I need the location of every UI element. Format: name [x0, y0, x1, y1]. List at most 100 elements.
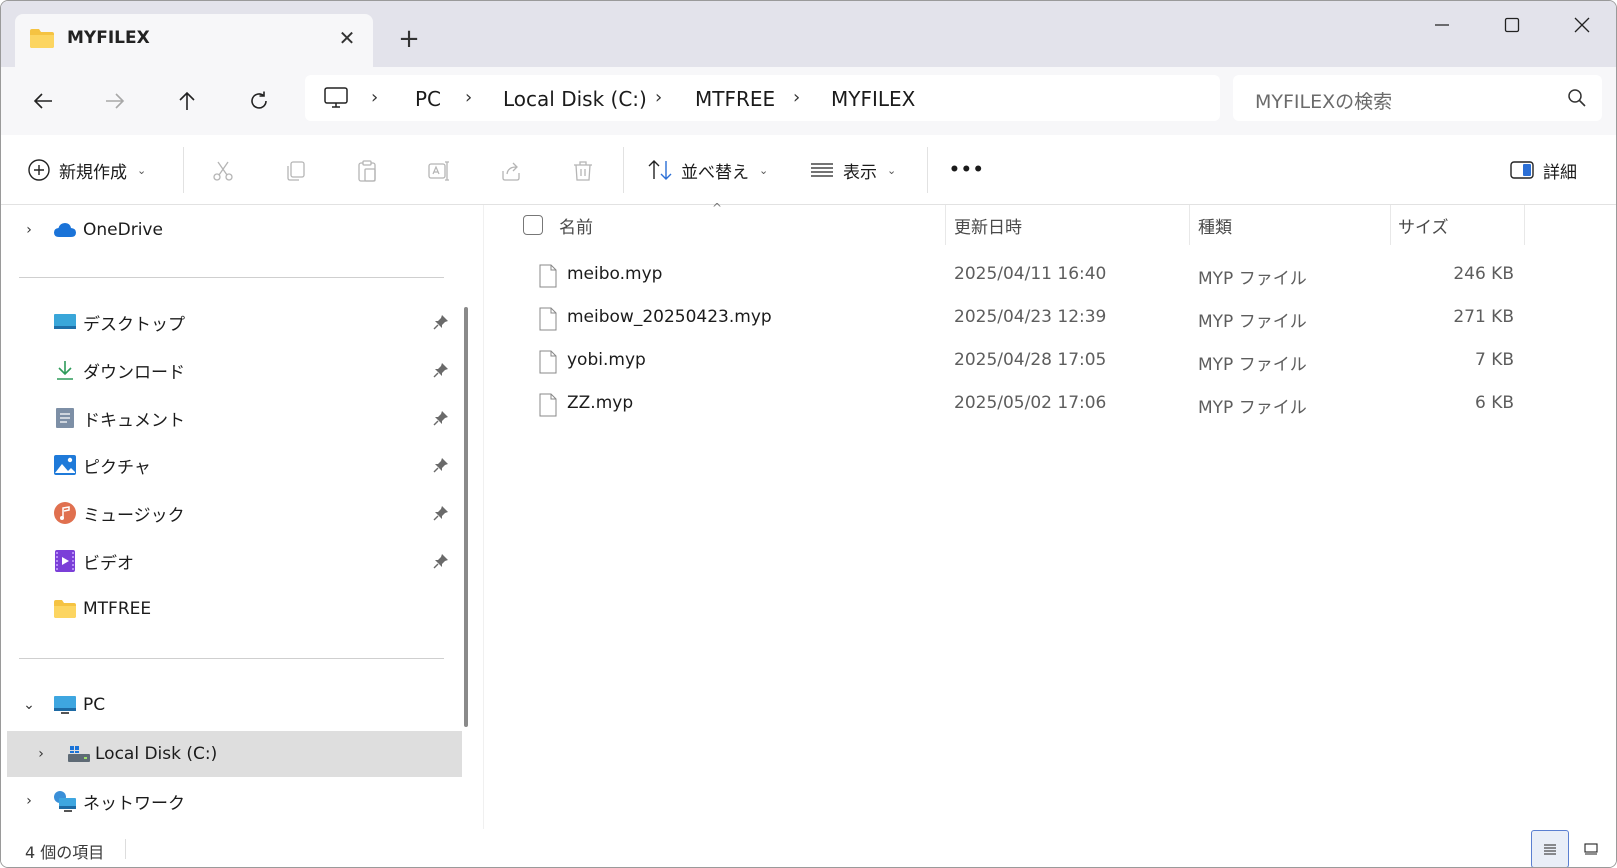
close-icon: [1574, 17, 1590, 33]
navigation-pane: › OneDrive デスクトップ ダウンロード ドキュメント ピクチャ ミュー…: [1, 205, 471, 829]
chevron-down-icon: ⌄: [759, 163, 769, 177]
up-button[interactable]: [167, 81, 207, 121]
breadcrumb-mtfree[interactable]: MTFREE: [695, 87, 775, 111]
breadcrumb-separator[interactable]: ›: [793, 87, 800, 108]
chevron-down-icon: ⌄: [137, 163, 147, 177]
column-header-date[interactable]: 更新日時: [954, 205, 1022, 245]
breadcrumb-pc[interactable]: PC: [415, 87, 441, 111]
view-lines-icon: [811, 163, 833, 177]
table-row[interactable]: ZZ.myp 2025/05/02 17:06 MYP ファイル 6 KB: [484, 383, 1616, 425]
table-row[interactable]: meibow_20250423.myp 2025/04/23 12:39 MYP…: [484, 297, 1616, 339]
column-header-name[interactable]: 名前: [559, 205, 593, 245]
column-divider[interactable]: [1524, 205, 1525, 245]
toolbar-divider: [927, 147, 928, 193]
share-icon: [502, 162, 520, 181]
chevron-right-icon[interactable]: ›: [21, 222, 37, 238]
more-icon: •••: [949, 160, 985, 180]
clipboard-icon: [358, 160, 376, 182]
pin-icon[interactable]: [433, 553, 449, 569]
pin-icon[interactable]: [433, 362, 449, 378]
tab-close-button[interactable]: ✕: [333, 24, 361, 52]
search-input[interactable]: MYFILEXの検索: [1255, 87, 1392, 114]
file-icon: [539, 264, 557, 288]
breadcrumb-separator[interactable]: ›: [655, 87, 662, 108]
pin-icon[interactable]: [433, 505, 449, 521]
toolbar-divider: [183, 147, 184, 193]
sidebar-item-network[interactable]: › ネットワーク: [1, 778, 456, 824]
breadcrumb-separator[interactable]: ›: [465, 87, 472, 108]
maximize-button[interactable]: [1489, 9, 1535, 41]
chevron-right-icon[interactable]: ›: [21, 793, 37, 809]
search-box[interactable]: MYFILEXの検索: [1233, 75, 1602, 121]
sort-ascending-icon: ^: [712, 201, 723, 215]
sidebar-scrollbar[interactable]: [464, 307, 468, 727]
paste-button[interactable]: [349, 153, 385, 189]
copy-icon: [287, 161, 305, 181]
pin-icon[interactable]: [433, 314, 449, 330]
refresh-button[interactable]: [239, 81, 279, 121]
new-button[interactable]: 新規作成 ⌄: [27, 149, 146, 191]
arrow-up-icon: [179, 91, 195, 110]
sort-button[interactable]: 並べ替え ⌄: [647, 149, 768, 191]
pin-icon[interactable]: [433, 410, 449, 426]
navigation-bar: › PC › Local Disk (C:) › MTFREE › MYFILE…: [1, 67, 1616, 135]
select-all-checkbox[interactable]: [523, 215, 543, 235]
sidebar-item-pc[interactable]: ⌄ PC: [1, 682, 456, 728]
sidebar-item-desktop[interactable]: デスクトップ: [1, 299, 456, 345]
view-button[interactable]: 表示 ⌄: [809, 149, 896, 191]
sidebar-item-label: デスクトップ: [83, 314, 185, 335]
cut-button[interactable]: [205, 153, 241, 189]
file-type: MYP ファイル: [1198, 269, 1307, 289]
forward-button[interactable]: [95, 81, 135, 121]
breadcrumb-myfilex[interactable]: MYFILEX: [831, 87, 915, 111]
details-view-button[interactable]: [1531, 830, 1569, 867]
file-date: 2025/05/02 17:06: [954, 393, 1107, 413]
table-row[interactable]: yobi.myp 2025/04/28 17:05 MYP ファイル 7 KB: [484, 340, 1616, 382]
minimize-icon: [1435, 24, 1449, 26]
document-icon: [56, 408, 74, 428]
sidebar-item-pictures[interactable]: ピクチャ: [1, 442, 456, 488]
rename-button[interactable]: [421, 153, 457, 189]
column-divider[interactable]: [945, 205, 946, 245]
tiles-view-button[interactable]: [1572, 830, 1610, 867]
column-header-size[interactable]: サイズ: [1398, 205, 1449, 245]
file-size: 271 KB: [1453, 307, 1514, 327]
column-divider[interactable]: [1189, 205, 1190, 245]
file-type: MYP ファイル: [1198, 355, 1307, 375]
breadcrumb-separator[interactable]: ›: [371, 87, 378, 108]
share-button[interactable]: [493, 153, 529, 189]
status-divider: [125, 839, 126, 859]
details-pane-button[interactable]: 詳細: [1509, 149, 1577, 191]
minimize-button[interactable]: [1419, 9, 1465, 41]
file-list: ^ 名前 更新日時 種類 サイズ meibo.myp 2025/04/11 16…: [483, 201, 1616, 829]
sidebar-item-onedrive[interactable]: › OneDrive: [1, 207, 456, 253]
sidebar-item-mtfree[interactable]: MTFREE: [1, 586, 456, 632]
sidebar-item-local-disk[interactable]: › Local Disk (C:): [7, 731, 462, 777]
chevron-down-icon[interactable]: ⌄: [21, 697, 37, 713]
pin-icon[interactable]: [433, 457, 449, 473]
close-window-button[interactable]: [1559, 9, 1605, 41]
title-bar: MYFILEX ✕ +: [1, 1, 1616, 67]
column-header-label: 種類: [1198, 217, 1232, 238]
sidebar-item-music[interactable]: ミュージック: [1, 490, 456, 536]
sidebar-item-documents[interactable]: ドキュメント: [1, 395, 456, 441]
tab-myfilex[interactable]: MYFILEX ✕: [15, 14, 373, 67]
delete-button[interactable]: [565, 153, 601, 189]
breadcrumb-local-disk[interactable]: Local Disk (C:): [503, 87, 647, 111]
new-tab-button[interactable]: +: [393, 23, 425, 55]
sidebar-item-downloads[interactable]: ダウンロード: [1, 347, 456, 393]
copy-button[interactable]: [277, 153, 313, 189]
sidebar-item-label: OneDrive: [83, 220, 163, 240]
music-icon: [54, 502, 76, 524]
file-size: 6 KB: [1474, 393, 1514, 413]
table-row[interactable]: meibo.myp 2025/04/11 16:40 MYP ファイル 246 …: [484, 254, 1616, 296]
folder-icon: [54, 600, 76, 618]
column-divider[interactable]: [1390, 205, 1391, 245]
more-options-button[interactable]: •••: [949, 149, 985, 191]
chevron-right-icon[interactable]: ›: [33, 746, 49, 762]
back-button[interactable]: [23, 81, 63, 121]
cloud-icon: [54, 223, 76, 237]
column-header-type[interactable]: 種類: [1198, 205, 1232, 245]
sidebar-item-videos[interactable]: ビデオ: [1, 538, 456, 584]
address-bar[interactable]: › PC › Local Disk (C:) › MTFREE › MYFILE…: [305, 75, 1220, 121]
